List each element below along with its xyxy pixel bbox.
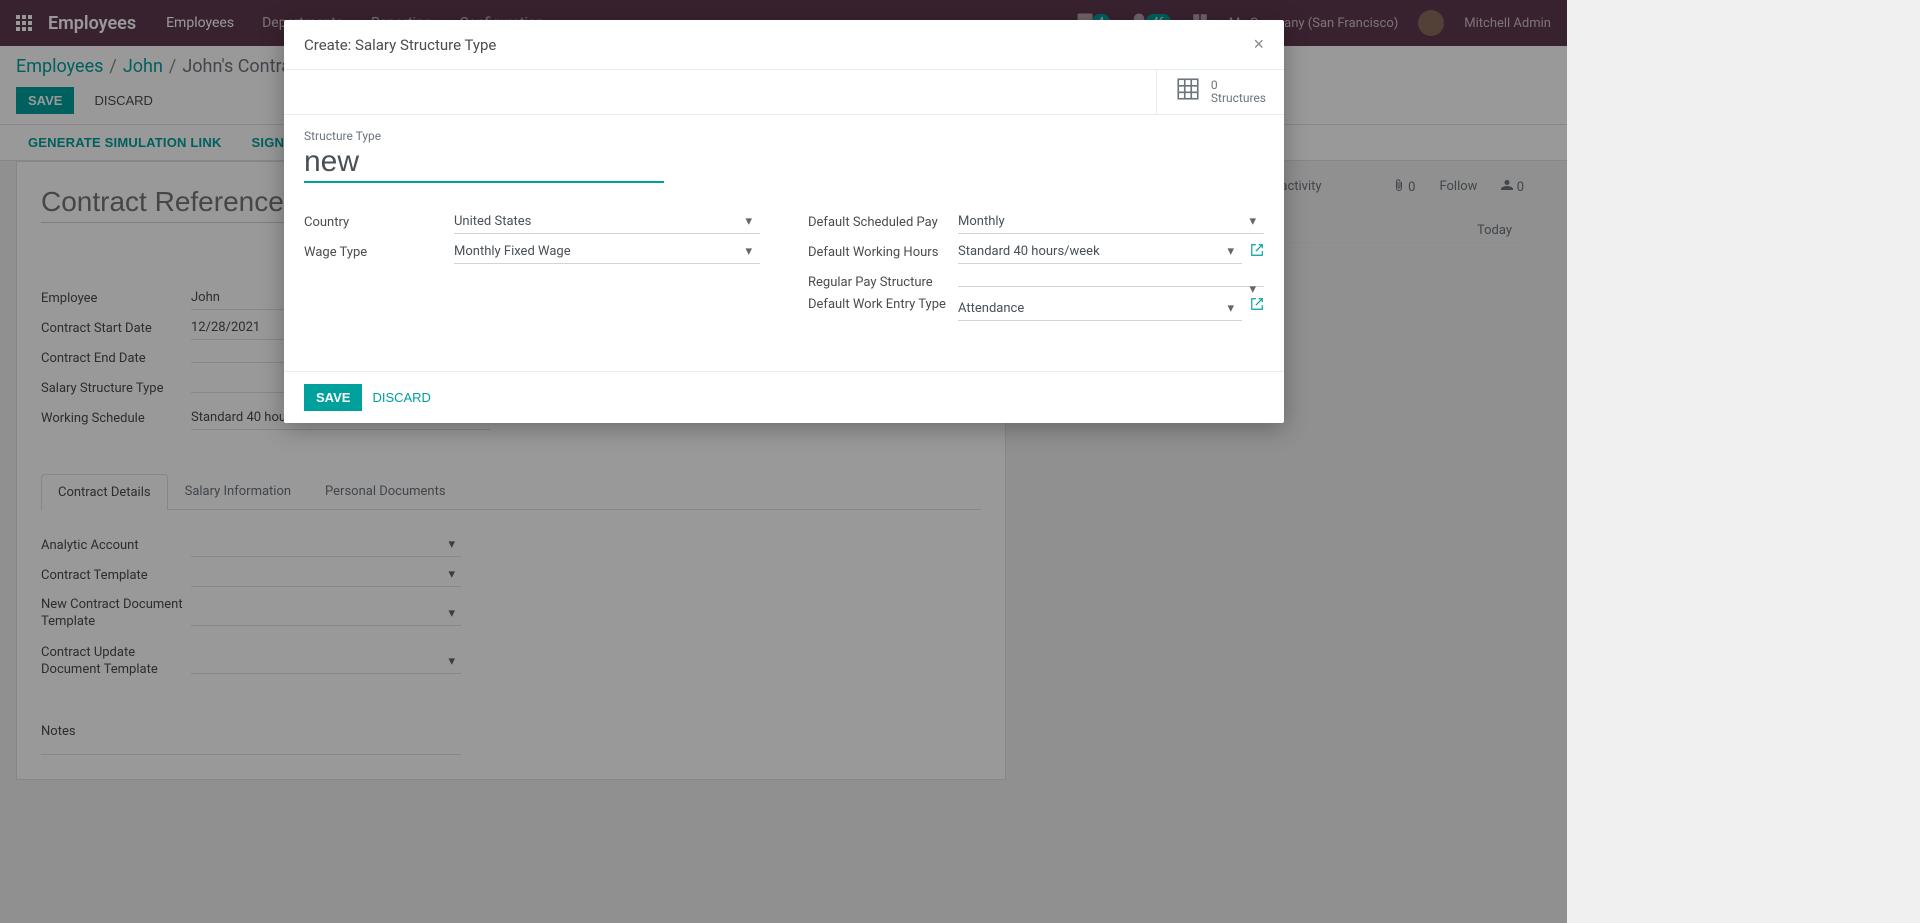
external-link-icon[interactable]: [1250, 243, 1264, 261]
close-icon[interactable]: ×: [1253, 34, 1264, 55]
scheduled-pay-label: Default Scheduled Pay: [808, 215, 958, 230]
regular-pay-label: Regular Pay Structure: [808, 275, 958, 290]
grid-icon: [1175, 76, 1201, 108]
working-hours-label: Default Working Hours: [808, 245, 958, 260]
work-entry-type-field[interactable]: Attendance▾: [958, 297, 1242, 321]
modal-statbar: 0 Structures: [284, 70, 1284, 115]
wage-type-label: Wage Type: [304, 245, 454, 260]
country-field[interactable]: United States▾: [454, 210, 760, 234]
structures-label: Structures: [1211, 92, 1266, 105]
modal-header: Create: Salary Structure Type ×: [284, 20, 1284, 70]
modal-footer: SAVE DISCARD: [284, 371, 1284, 423]
external-link-icon[interactable]: [1250, 297, 1264, 315]
working-hours-field[interactable]: Standard 40 hours/week▾: [958, 240, 1242, 264]
modal-save-button[interactable]: SAVE: [304, 384, 362, 411]
regular-pay-field[interactable]: ▾: [958, 278, 1264, 287]
wage-type-field[interactable]: Monthly Fixed Wage▾: [454, 240, 760, 264]
structure-type-label: Structure Type: [304, 129, 1264, 143]
work-entry-type-label: Default Work Entry Type: [808, 297, 958, 314]
structures-stat-button[interactable]: 0 Structures: [1156, 70, 1284, 114]
modal-body: Structure Type Country United States▾ Wa…: [284, 115, 1284, 371]
create-salary-structure-modal: Create: Salary Structure Type × 0 Struct…: [284, 20, 1284, 423]
scheduled-pay-field[interactable]: Monthly▾: [958, 210, 1264, 234]
country-label: Country: [304, 215, 454, 230]
modal-title: Create: Salary Structure Type: [304, 36, 496, 54]
modal-discard-button[interactable]: DISCARD: [372, 390, 431, 405]
structure-type-input[interactable]: [304, 143, 664, 183]
